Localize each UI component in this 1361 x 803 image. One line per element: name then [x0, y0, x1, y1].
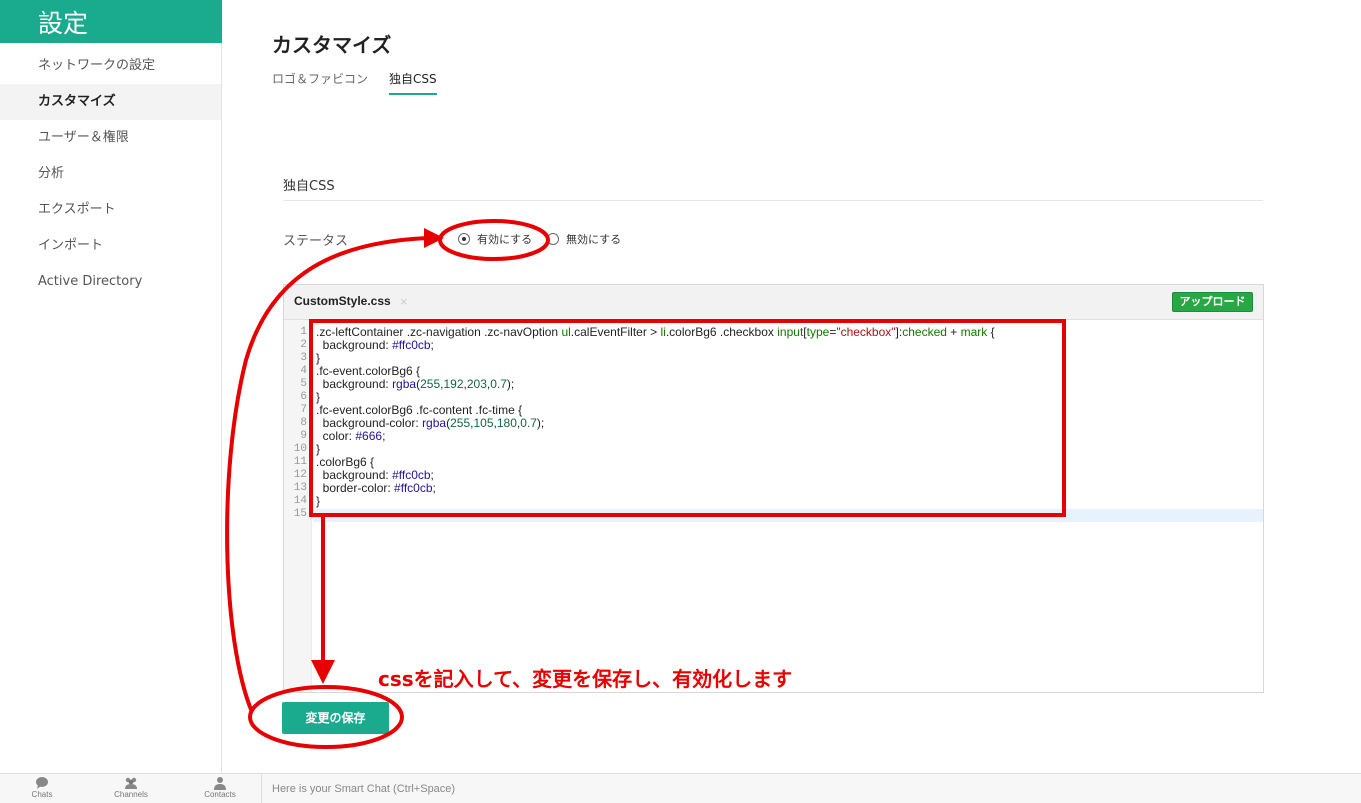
- code-line[interactable]: [316, 508, 995, 521]
- close-icon[interactable]: ×: [400, 294, 408, 309]
- line-number: 15: [293, 508, 307, 520]
- smart-chat-input[interactable]: Here is your Smart Chat (Ctrl+Space): [272, 783, 455, 795]
- line-number: 3: [300, 352, 307, 364]
- channels-icon: [125, 777, 137, 789]
- line-number: 4: [300, 365, 307, 377]
- code-area[interactable]: .zc-leftContainer .zc-navigation .zc-nav…: [316, 326, 995, 521]
- sidebar-item-analytics[interactable]: 分析: [0, 156, 221, 192]
- line-number: 2: [300, 339, 307, 351]
- tab-logo-favicon[interactable]: ロゴ＆ファビコン: [272, 70, 368, 93]
- line-number: 5: [300, 378, 307, 390]
- page-title: カスタマイズ: [272, 33, 392, 57]
- bottom-item-channels[interactable]: Channels: [101, 776, 161, 799]
- sidebar-item-import[interactable]: インポート: [0, 228, 221, 264]
- line-number-gutter: 1 2 3 4 5 6 7 8 9 10 11 12 13 14 15: [284, 320, 312, 692]
- line-number: 14: [293, 495, 307, 507]
- sidebar-item-export[interactable]: エクスポート: [0, 192, 221, 228]
- code-line[interactable]: }: [316, 495, 995, 508]
- radio-disable-label[interactable]: 無効にする: [566, 231, 621, 247]
- code-line[interactable]: background: #ffc0cb;: [316, 339, 995, 352]
- settings-sidebar: 設定 ネットワークの設定 カスタマイズ ユーザー＆権限 分析 エクスポート イン…: [0, 0, 222, 773]
- line-number: 8: [300, 417, 307, 429]
- sidebar-nav: ネットワークの設定 カスタマイズ ユーザー＆権限 分析 エクスポート インポート…: [0, 48, 221, 300]
- bottom-item-contacts[interactable]: Contacts: [190, 776, 250, 799]
- line-number: 10: [293, 443, 307, 455]
- line-number: 11: [293, 456, 307, 468]
- bottom-item-label: Chats: [31, 790, 53, 799]
- sidebar-item-customize[interactable]: カスタマイズ: [0, 84, 221, 120]
- code-line[interactable]: }: [316, 443, 995, 456]
- line-number: 1: [300, 326, 307, 338]
- sidebar-item-users-permissions[interactable]: ユーザー＆権限: [0, 120, 221, 156]
- code-line[interactable]: border-color: #ffc0cb;: [316, 482, 995, 495]
- sidebar-header: 設定: [0, 0, 222, 43]
- upload-button[interactable]: アップロード: [1172, 292, 1253, 312]
- line-number: 12: [293, 469, 307, 481]
- line-number: 6: [300, 391, 307, 403]
- line-number: 13: [293, 482, 307, 494]
- sidebar-item-network[interactable]: ネットワークの設定: [0, 48, 221, 84]
- bottom-item-chats[interactable]: Chats: [12, 776, 72, 799]
- save-changes-button[interactable]: 変更の保存: [282, 702, 389, 734]
- code-line[interactable]: color: #666;: [316, 430, 995, 443]
- bottom-item-label: Channels: [114, 790, 148, 799]
- bottom-item-label: Contacts: [204, 790, 236, 799]
- section-title: 独自CSS: [283, 179, 335, 194]
- contact-person-icon: [214, 777, 226, 790]
- editor-tab-bar: CustomStyle.css × アップロード: [284, 285, 1263, 320]
- status-label: ステータス: [283, 234, 349, 249]
- code-line[interactable]: background: rgba(255,192,203,0.7);: [316, 378, 995, 391]
- radio-enable-label[interactable]: 有効にする: [477, 231, 532, 247]
- chat-bubble-icon: [36, 777, 48, 789]
- annotation-text: cssを記入して、変更を保存し、有効化します: [378, 667, 793, 691]
- tab-custom-css[interactable]: 独自CSS: [389, 70, 437, 95]
- css-editor[interactable]: CustomStyle.css × アップロード 1 2 3 4 5 6 7 8 9 10 11 12…: [283, 284, 1264, 693]
- line-number: 9: [300, 430, 307, 442]
- file-tab[interactable]: CustomStyle.css: [294, 294, 391, 308]
- code-line[interactable]: background-color: rgba(255,105,180,0.7);: [316, 417, 995, 430]
- annotation-arrowhead-curve: [424, 228, 444, 248]
- bottom-bar-divider: [261, 774, 262, 803]
- bottom-bar: Chats Channels Contacts Here is your Sma…: [0, 773, 1361, 803]
- radio-disable[interactable]: [547, 233, 559, 245]
- sidebar-title: 設定: [38, 9, 89, 38]
- sidebar-item-active-directory[interactable]: Active Directory: [0, 264, 221, 300]
- radio-enable[interactable]: [458, 233, 470, 245]
- line-number: 7: [300, 404, 307, 416]
- section-divider: [283, 200, 1263, 201]
